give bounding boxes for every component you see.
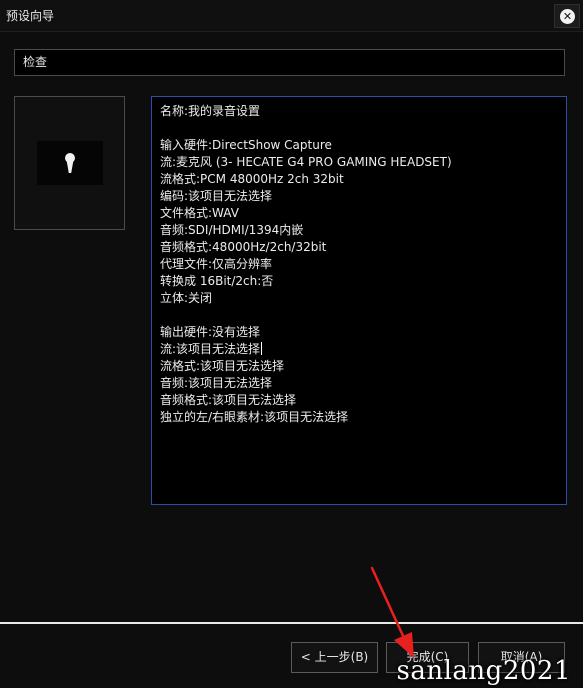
summary-line: 独立的左/右眼素材:该项目无法选择 — [160, 410, 349, 424]
summary-line: 流格式:PCM 48000Hz 2ch 32bit — [160, 172, 344, 186]
summary-line: 编码:该项目无法选择 — [160, 189, 273, 203]
summary-line: 音频:该项目无法选择 — [160, 376, 273, 390]
preset-icon-panel — [14, 96, 125, 230]
title-bar: 预设向导 ✕ — [0, 0, 583, 32]
close-button[interactable]: ✕ — [554, 4, 580, 28]
summary-line — [160, 120, 566, 137]
step-title-field: 检查 — [14, 49, 565, 76]
summary-line: 流格式:该项目无法选择 — [160, 359, 285, 373]
window-title: 预设向导 — [6, 9, 55, 23]
summary-line: 转换成 16Bit/2ch:否 — [160, 274, 274, 288]
summary-line — [160, 307, 566, 324]
watermark-text: sanlang2021 — [396, 656, 571, 686]
close-circle-icon: ✕ — [560, 9, 575, 24]
summary-line: 音频格式:该项目无法选择 — [160, 393, 297, 407]
summary-line: 流:麦克风 (3- HECATE G4 PRO GAMING HEADSET) — [160, 155, 452, 169]
summary-line: 文件格式:WAV — [160, 206, 239, 220]
summary-line: 输入硬件:DirectShow Capture — [160, 138, 332, 152]
summary-line: 代理文件:仅高分辨率 — [160, 257, 273, 271]
summary-line: 音频:SDI/HDMI/1394内嵌 — [160, 223, 304, 237]
summary-line: 流:该项目无法选择 — [160, 342, 263, 356]
footer-divider — [0, 622, 583, 624]
summary-line: 输出硬件:没有选择 — [160, 325, 261, 339]
microphone-icon — [65, 153, 75, 173]
text-caret — [261, 342, 263, 355]
red-arrow-annotation — [370, 566, 414, 658]
settings-summary-text[interactable]: 名称:我的录音设置 输入硬件:DirectShow Capture 流:麦克风 (… — [151, 96, 567, 505]
preset-icon-frame — [37, 141, 103, 185]
summary-line: 名称:我的录音设置 — [160, 104, 261, 118]
summary-line: 音频格式:48000Hz/2ch/32bit — [160, 240, 327, 254]
summary-line: 立体:关闭 — [160, 291, 213, 305]
